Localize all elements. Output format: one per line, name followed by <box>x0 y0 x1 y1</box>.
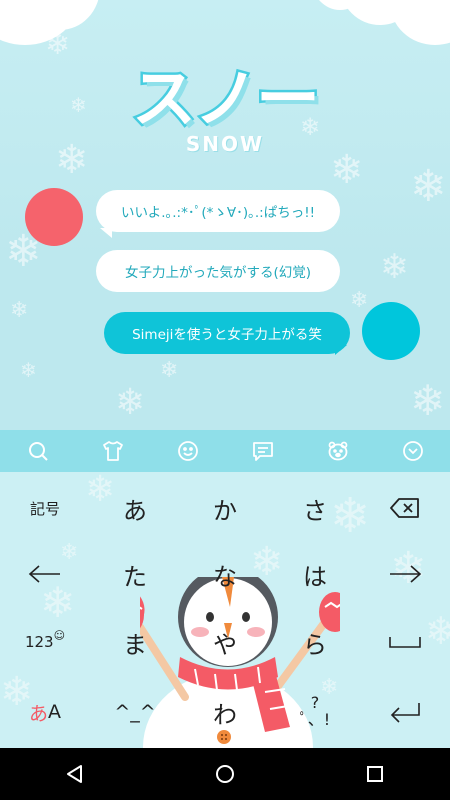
chat-bubble-outgoing: Simejiを使うと女子力上がる笑 <box>104 312 350 354</box>
recents-button[interactable] <box>350 754 400 794</box>
key-ya[interactable]: や <box>180 614 270 670</box>
backspace-key[interactable] <box>360 480 450 536</box>
arrow-left-icon <box>28 565 60 583</box>
snowflake-icon: ❄ <box>160 358 179 383</box>
chevron-down-icon[interactable] <box>398 436 428 466</box>
keyboard: ❄ ❄ ❄ ❄ ❄ ❄ ❄ ❄ ❄ 記号 あ か さ た な は 123 ☺ ま… <box>0 472 450 748</box>
snowflake-icon: ❄ <box>350 288 369 313</box>
chat-bubble-text: Simejiを使うと女子力上がる笑 <box>132 327 322 343</box>
avatar-left <box>25 188 83 246</box>
cursor-right-key[interactable] <box>360 546 450 602</box>
key-na[interactable]: な <box>180 546 270 602</box>
mode-kana: あ <box>28 702 48 725</box>
emoji-badge-icon: ☺ <box>53 628 66 642</box>
space-icon <box>389 637 421 648</box>
bubble-tail <box>335 345 347 355</box>
chat-bubble-text: いいよ.｡.:*･ﾟ(*ゝ∀･)｡.:ぱちっ!! <box>120 205 316 221</box>
snowflake-icon: ❄ <box>410 161 447 212</box>
smiley-icon[interactable] <box>173 436 203 466</box>
snowflake-icon: ❄ <box>115 382 146 423</box>
snowflake-icon: ❄ <box>20 358 37 382</box>
keyboard-toolbar <box>0 430 450 472</box>
recents-icon <box>367 766 383 782</box>
enter-key[interactable] <box>360 684 450 740</box>
navigation-bar <box>0 748 450 800</box>
chat-bubble-text: 女子力上がった気がする(幻覚) <box>124 265 312 281</box>
search-icon[interactable] <box>23 436 53 466</box>
key-ka[interactable]: か <box>180 480 270 536</box>
bubble-tail <box>100 228 112 238</box>
back-icon <box>67 765 82 783</box>
key-punctuation[interactable]: ? ﾟ、! <box>270 684 360 740</box>
key-wa[interactable]: わ <box>180 684 270 740</box>
bear-icon[interactable] <box>323 436 353 466</box>
home-icon <box>216 765 234 783</box>
snowflake-icon: ❄ <box>10 298 29 323</box>
punct-bottom: ﾟ、! <box>299 710 331 729</box>
key-ha[interactable]: は <box>270 546 360 602</box>
backspace-icon <box>390 498 419 518</box>
theme-logo: スノー <box>130 61 323 140</box>
tshirt-icon[interactable] <box>98 436 128 466</box>
space-key[interactable] <box>360 614 450 670</box>
key-ma[interactable]: ま <box>90 614 180 670</box>
key-symbols[interactable]: 記号 <box>0 480 90 536</box>
key-kaomoji[interactable]: ^_^ <box>90 684 180 740</box>
avatar-right <box>362 302 420 360</box>
key-ta[interactable]: た <box>90 546 180 602</box>
home-button[interactable] <box>200 754 250 794</box>
arrow-right-icon <box>390 565 422 583</box>
mode-alpha: A <box>48 701 61 723</box>
key-a[interactable]: あ <box>90 480 180 536</box>
enter-icon <box>390 703 420 723</box>
chat-icon[interactable] <box>248 436 278 466</box>
snowflake-icon: ❄ <box>410 376 446 425</box>
key-ra[interactable]: ら <box>270 614 360 670</box>
key-input-mode[interactable]: あA <box>0 684 90 740</box>
key-numbers[interactable]: 123 ☺ <box>0 614 90 670</box>
theme-subtitle: SNOW <box>185 132 265 156</box>
snowflake-icon: ❄ <box>380 247 409 287</box>
key-numbers-label: 123 <box>24 633 54 651</box>
cursor-left-key[interactable] <box>0 546 90 602</box>
back-button[interactable] <box>50 754 100 794</box>
chat-bubble-incoming: 女子力上がった気がする(幻覚) <box>96 250 340 292</box>
key-sa[interactable]: さ <box>270 480 360 536</box>
snowflake-icon: ❄ <box>330 147 364 193</box>
theme-preview: ❄ ❄ ❄ ❄ ❄ ❄ ❄ ❄ ❄ ❄ ❄ ❄ ❄ ❄ スノー SNOW いいよ… <box>0 0 450 430</box>
chat-bubble-incoming: いいよ.｡.:*･ﾟ(*ゝ∀･)｡.:ぱちっ!! <box>96 190 340 232</box>
punct-top: ? <box>310 693 320 712</box>
